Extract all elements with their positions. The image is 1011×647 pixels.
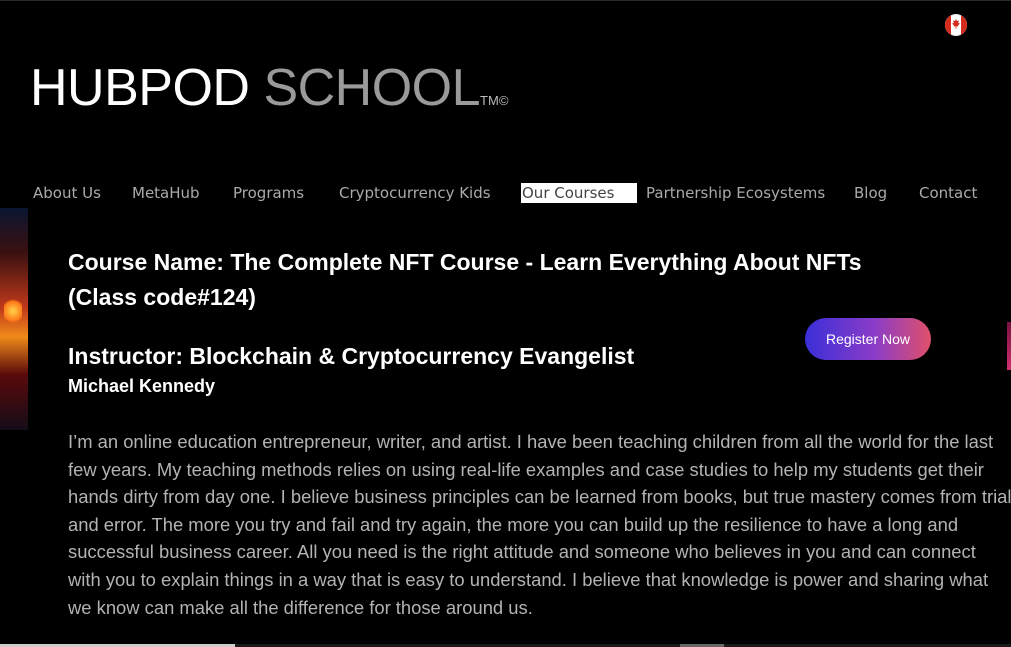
nav-metahub[interactable]: MetaHub: [132, 183, 200, 203]
decorative-image-right: [1007, 322, 1011, 370]
nav-blog[interactable]: Blog: [854, 183, 887, 203]
nav-partnership-ecosystems[interactable]: Partnership Ecosystems: [646, 183, 825, 203]
flag-right-band: [961, 14, 967, 36]
nav-cryptocurrency-kids[interactable]: Cryptocurrency Kids: [339, 183, 491, 203]
canada-flag-icon[interactable]: [945, 14, 967, 36]
decorative-image-left: [0, 208, 28, 430]
main-nav: About Us MetaHub Programs Cryptocurrency…: [0, 183, 1011, 205]
instructor-heading: Instructor: Blockchain & Cryptocurrency …: [68, 343, 635, 369]
page: HUBPOD SCHOOLTM© About Us MetaHub Progra…: [0, 0, 1011, 647]
register-now-button[interactable]: Register Now: [805, 318, 931, 360]
nav-programs[interactable]: Programs: [233, 183, 304, 203]
class-code: (Class code#124): [68, 284, 256, 310]
brand-word-hubpod: HUBPOD: [30, 59, 250, 117]
course-title: Course Name: The Complete NFT Course - L…: [68, 245, 888, 315]
maple-leaf-icon: [952, 19, 960, 29]
nav-about-us[interactable]: About Us: [33, 183, 101, 203]
brand-word-school: SCHOOL: [263, 59, 481, 117]
top-divider: [0, 0, 1011, 1]
flag-left-band: [945, 14, 951, 36]
nav-contact[interactable]: Contact: [919, 183, 977, 203]
brand-logo[interactable]: HUBPOD SCHOOLTM©: [30, 58, 508, 131]
instructor-bio: I’m an online education entrepreneur, wr…: [68, 431, 1011, 618]
course-name: Course Name: The Complete NFT Course - L…: [68, 249, 862, 275]
nav-our-courses[interactable]: Our Courses: [521, 183, 637, 203]
instructor-name: Michael Kennedy: [68, 376, 216, 396]
trademark-mark: TM©: [480, 93, 509, 108]
